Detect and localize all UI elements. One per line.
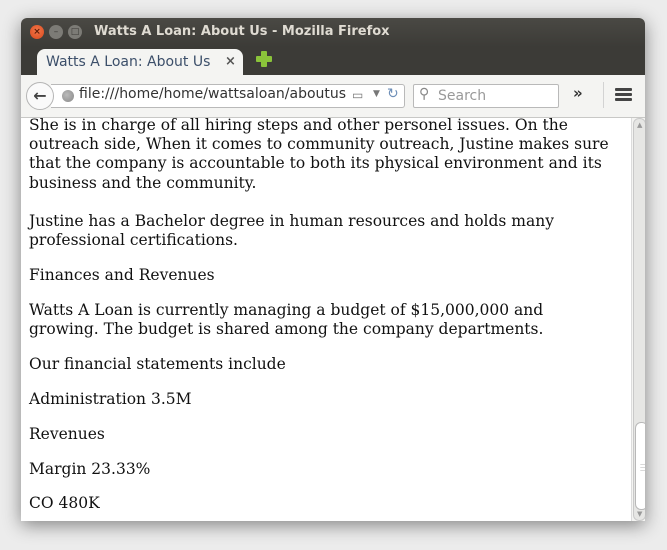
navigation-toolbar: file:///home/home/wattsaloan/aboutus ▭ ▼… (21, 75, 645, 118)
overflow-chevron-icon[interactable]: » (573, 84, 583, 102)
globe-icon (62, 90, 74, 102)
url-bar[interactable]: file:///home/home/wattsaloan/aboutus ▭ ▼… (51, 84, 405, 108)
statement-administration: Administration 3.5M (29, 390, 192, 408)
heading-finances: Finances and Revenues (29, 266, 215, 284)
scroll-grip-icon: ——— (640, 462, 645, 474)
statement-revenues: Revenues (29, 425, 105, 443)
search-placeholder: Search (438, 88, 487, 104)
back-button[interactable]: ← (26, 82, 54, 110)
statement-co: CO 480K (29, 494, 100, 512)
new-tab-plus-icon[interactable] (255, 50, 273, 68)
statement-margin: Margin 23.33% (29, 460, 151, 478)
browser-window: × – □ Watts A Loan: About Us - Mozilla F… (21, 18, 645, 521)
scrollbar-track[interactable]: ▲ ——— ▼ (633, 118, 645, 521)
paragraph-budget: Watts A Loan is currently managing a bud… (29, 301, 544, 339)
window-close-button[interactable]: × (30, 25, 44, 39)
url-dropdown-icon[interactable]: ▼ (373, 89, 380, 99)
window-maximize-button[interactable]: □ (68, 25, 82, 39)
paragraph-justine-degree: Justine has a Bachelor degree in human r… (29, 212, 554, 250)
tab-label: Watts A Loan: About Us (46, 54, 211, 70)
tab-about-us[interactable]: Watts A Loan: About Us × (37, 49, 243, 77)
title-bar: × – □ Watts A Loan: About Us - Mozilla F… (21, 18, 645, 47)
scroll-up-arrow-icon[interactable]: ▲ (637, 121, 642, 129)
paragraph-hr-duties: She is in charge of all hiring steps and… (29, 118, 609, 192)
reader-view-icon[interactable]: ▭ (352, 88, 363, 102)
hamburger-menu-icon[interactable] (615, 88, 632, 102)
tab-strip: Watts A Loan: About Us × (21, 47, 645, 77)
window-minimize-button[interactable]: – (49, 25, 63, 39)
page-content: She is in charge of all hiring steps and… (21, 118, 631, 521)
vertical-scrollbar[interactable]: ▲ ——— ▼ (631, 118, 645, 521)
financial-statements-label: Our financial statements include (29, 355, 286, 373)
url-text[interactable]: file:///home/home/wattsaloan/aboutus (79, 86, 346, 102)
search-icon: ⚲ (419, 86, 430, 102)
tab-close-icon[interactable]: × (225, 54, 236, 69)
window-title: Watts A Loan: About Us - Mozilla Firefox (94, 24, 390, 39)
search-input[interactable]: ⚲ Search (413, 84, 559, 108)
scrollbar-thumb[interactable]: ——— (635, 422, 645, 510)
reload-icon[interactable]: ↻ (387, 86, 399, 102)
toolbar-separator (603, 82, 604, 108)
back-arrow-icon: ← (33, 86, 47, 105)
scroll-down-arrow-icon[interactable]: ▼ (637, 510, 642, 518)
